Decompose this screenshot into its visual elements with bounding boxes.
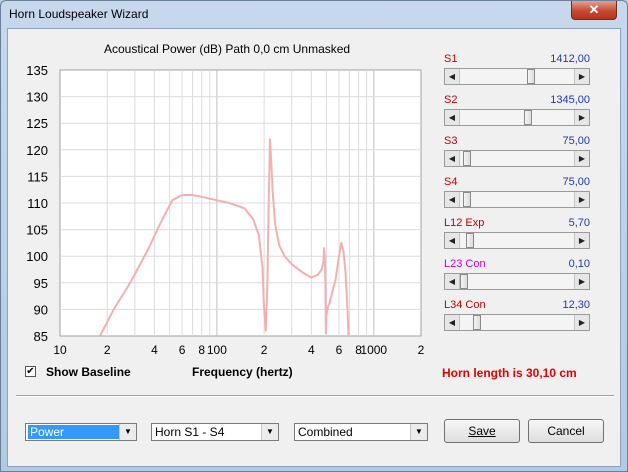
x-tick-label: 2 [418, 343, 425, 357]
slider-track[interactable]: ◀ ▶ [444, 191, 590, 208]
arrow-left-icon[interactable]: ◀ [445, 233, 460, 248]
arrow-right-icon[interactable]: ▶ [574, 110, 589, 125]
slider-track[interactable]: ◀ ▶ [444, 273, 590, 290]
x-tick-label: 8 [198, 343, 205, 357]
horn-select[interactable]: Horn S1 - S4 ▼ [151, 423, 279, 441]
slider-thumb[interactable] [526, 69, 535, 84]
show-baseline-checkbox[interactable]: ✔ [25, 366, 36, 377]
separator [16, 395, 614, 397]
arrow-left-icon[interactable]: ◀ [445, 274, 460, 289]
check-icon: ✔ [26, 366, 35, 377]
arrow-left-icon[interactable]: ◀ [445, 315, 460, 330]
arrow-left-icon[interactable]: ◀ [445, 110, 460, 125]
x-tick-label: 100 [207, 343, 227, 357]
y-tick-label: 90 [34, 302, 48, 317]
x-tick-label: 6 [179, 343, 186, 357]
horn-wizard-window: Horn Loudspeaker Wizard ✕ Acoustical Pow… [0, 0, 628, 472]
y-tick-label: 105 [26, 223, 48, 238]
slider-value: 75,00 [562, 176, 590, 188]
slider-value: 1412,00 [550, 53, 590, 65]
slider-label: S2 [444, 94, 458, 106]
slider-thumb[interactable] [463, 151, 472, 166]
chevron-down-icon[interactable]: ▼ [261, 424, 278, 440]
y-tick-label: 120 [26, 143, 48, 158]
slider-thumb[interactable] [466, 233, 475, 248]
slider-thumb[interactable] [463, 192, 472, 207]
window-title: Horn Loudspeaker Wizard [9, 7, 149, 21]
y-tick-label: 135 [26, 63, 48, 78]
x-tick-label: 4 [151, 343, 158, 357]
slider-value: 1345,00 [550, 94, 590, 106]
slider-label: L23 Con [444, 258, 486, 270]
x-tick-label: 2 [261, 343, 268, 357]
slider-value: 0,10 [568, 258, 590, 270]
chevron-down-icon[interactable]: ▼ [119, 424, 136, 440]
horn-select-value: Horn S1 - S4 [155, 425, 225, 439]
cancel-button-label: Cancel [547, 424, 585, 438]
x-tick-label: 4 [308, 343, 315, 357]
y-tick-label: 95 [34, 276, 48, 291]
save-button-label: Save [468, 424, 496, 438]
slider-track[interactable]: ◀ ▶ [444, 150, 590, 167]
slider-label: L12 Exp [444, 217, 485, 229]
x-axis-label: Frequency (hertz) [192, 365, 293, 379]
y-tick-label: 125 [26, 116, 48, 131]
mode-select-value: Power [28, 425, 120, 439]
mode-select[interactable]: Power ▼ [25, 423, 137, 441]
close-icon: ✕ [588, 2, 600, 17]
slider-label: S1 [444, 53, 458, 65]
slider-track[interactable]: ◀ ▶ [444, 314, 590, 331]
x-tick-label: 6 [336, 343, 343, 357]
slider-thumb[interactable] [472, 315, 481, 330]
slider-label: L34 Con [444, 299, 486, 311]
slider-label: S3 [444, 135, 458, 147]
arrow-right-icon[interactable]: ▶ [574, 233, 589, 248]
power-chart: 135130125120115110105100959085 10 2 4 6 8 100… [26, 63, 425, 357]
slider-track[interactable]: ◀ ▶ [444, 232, 590, 249]
slider-label: S4 [444, 176, 458, 188]
arrow-right-icon[interactable]: ▶ [574, 151, 589, 166]
y-tick-label: 115 [27, 169, 48, 184]
dialog-client-area: Acoustical Power (dB) Path 0,0 cm Unmask… [7, 28, 621, 467]
y-tick-label: 110 [27, 196, 48, 211]
arrow-right-icon[interactable]: ▶ [574, 192, 589, 207]
save-button[interactable]: Save [444, 419, 520, 443]
close-button[interactable]: ✕ [571, 1, 617, 20]
show-baseline-label[interactable]: Show Baseline [46, 365, 131, 379]
arrow-right-icon[interactable]: ▶ [574, 69, 589, 84]
slider-track[interactable]: ◀ ▶ [444, 68, 590, 85]
chevron-down-icon[interactable]: ▼ [410, 424, 427, 440]
slider-value: 5,70 [568, 217, 590, 229]
x-tick-label: 1000 [360, 343, 387, 357]
combine-select-value: Combined [298, 425, 353, 439]
title-bar[interactable]: Horn Loudspeaker Wizard ✕ [1, 1, 627, 29]
cancel-button[interactable]: Cancel [528, 419, 604, 443]
slider-track[interactable]: ◀ ▶ [444, 109, 590, 126]
arrow-left-icon[interactable]: ◀ [445, 151, 460, 166]
y-tick-label: 130 [26, 90, 48, 105]
horn-length-readout: Horn length is 30,10 cm [442, 366, 577, 380]
slider-value: 75,00 [562, 135, 590, 147]
arrow-left-icon[interactable]: ◀ [445, 192, 460, 207]
arrow-left-icon[interactable]: ◀ [445, 69, 460, 84]
arrow-right-icon[interactable]: ▶ [574, 315, 589, 330]
y-tick-label: 85 [34, 329, 48, 344]
combine-select[interactable]: Combined ▼ [294, 423, 428, 441]
y-tick-label: 100 [26, 249, 48, 264]
slider-value: 12,30 [562, 299, 590, 311]
x-tick-label: 10 [53, 343, 67, 357]
slider-thumb[interactable] [523, 110, 532, 125]
x-tick-label: 2 [104, 343, 111, 357]
slider-thumb[interactable] [460, 274, 468, 289]
arrow-right-icon[interactable]: ▶ [574, 274, 589, 289]
